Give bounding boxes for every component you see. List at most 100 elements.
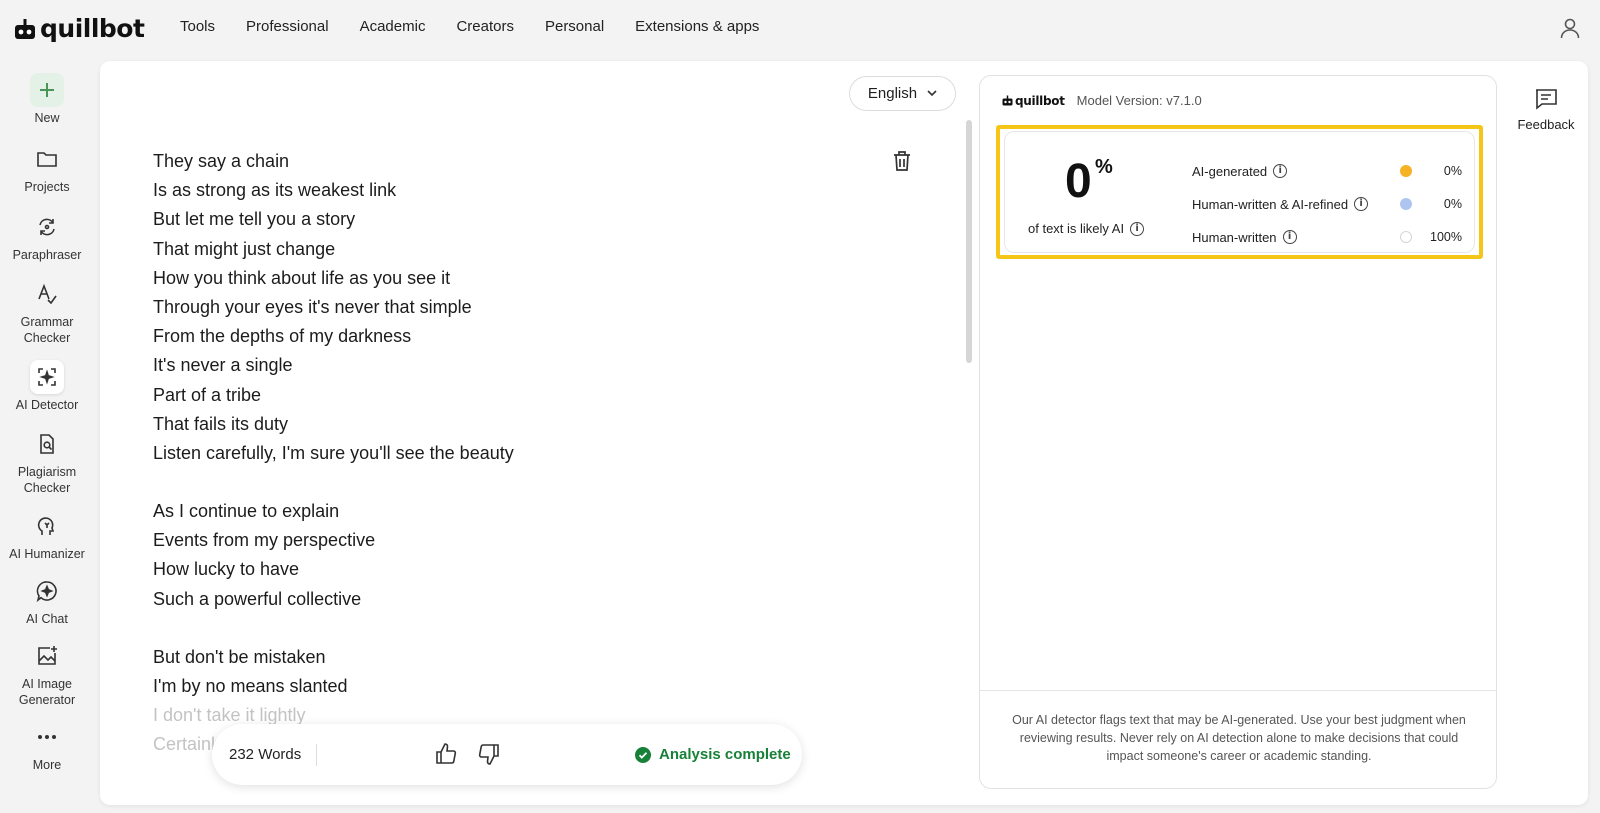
text-line [153,468,913,497]
sidebar-item-projects[interactable]: Projects [0,142,94,195]
text-editor[interactable]: They say a chain Is as strong as its weak… [153,147,913,752]
score-highlight-box: 0% of text is likely AI i AI-generated i … [996,125,1483,259]
text-line: As I continue to explain [153,501,340,522]
sidebar-item-label: AI Detector [15,398,79,412]
info-icon[interactable]: i [1273,164,1288,178]
category-value: 0% [1443,164,1462,178]
sidebar-item-label: Projects [24,180,70,194]
detector-results-panel: quillbot Model Version: v7.1.0 0% of tex… [979,75,1497,789]
nav-academic[interactable]: Academic [360,18,426,35]
text-line: I'm by no means slanted [153,676,348,696]
nav-personal[interactable]: Personal [545,18,604,35]
thumbs-down-button[interactable] [477,742,501,771]
divider [980,690,1496,691]
feedback-label: Feedback [1517,117,1575,132]
category-label: AI-generated [1192,163,1268,179]
sidebar-item-ai-chat[interactable]: AI Chat [0,574,94,627]
chevron-down-icon [927,90,937,97]
sidebar-item-grammar-checker[interactable]: Grammar Checker [0,277,94,346]
panel-header: quillbot Model Version: v7.1.0 [1002,93,1202,108]
text-line: That fails its duty [153,413,289,434]
panel-logo: quillbot [1002,94,1065,108]
plagiarism-icon [30,427,64,461]
detector-disclaimer: Our AI detector flags text that may be A… [1012,713,1466,763]
chat-icon [30,574,64,608]
sidebar-item-label: AI Chat [26,612,68,626]
sidebar-item-label: Plagiarism Checker [17,465,77,495]
language-value: English [867,85,918,102]
sidebar-item-label: More [32,758,62,772]
text-line: They say a chain [153,151,290,171]
humanizer-icon [30,509,64,543]
word-count: 232 Words [229,746,302,763]
editor-scrollbar[interactable] [966,120,972,363]
legend-dot [1400,231,1412,243]
nav-extensions-apps[interactable]: Extensions & apps [635,18,759,35]
text-line: How you think about life as you see it [153,267,451,288]
paraphraser-icon [30,210,64,244]
robot-logo-icon [15,18,35,39]
sidebar-item-ai-humanizer[interactable]: AI Humanizer [0,509,94,562]
text-line: Through your eyes it's never that simple [153,296,472,317]
text-line: Is as strong as its weakest link [153,180,397,201]
sidebar-item-new[interactable]: New [0,73,94,126]
sidebar-item-label: AI Image Generator [18,677,76,707]
sidebar-item-paraphraser[interactable]: Paraphraser [0,210,94,263]
image-icon [30,639,64,673]
nav-creators[interactable]: Creators [456,18,514,35]
divider [316,744,317,766]
category-ai-generated: AI-generated i 0% [1192,161,1462,181]
text-line: From the depths of my darkness [153,326,412,347]
analysis-status-text: Analysis complete [659,746,791,763]
sidebar-item-label: New [34,111,60,125]
category-value: 0% [1443,197,1462,211]
text-line: It's never a single [153,355,293,376]
nav-professional[interactable]: Professional [246,18,329,35]
panel-logo-text: quillbot [1015,93,1065,108]
category-label: Human-written & AI-refined [1192,196,1349,212]
text-line: Listen carefully, I'm sure you'll see th… [153,442,514,463]
nav-tools[interactable]: Tools [180,18,215,35]
sidebar-item-label: Paraphraser [12,248,82,262]
feedback-icon [1536,89,1557,110]
feedback-button[interactable]: Feedback [1516,88,1576,132]
main-nav: Tools Professional Academic Creators Per… [180,18,759,35]
ai-score-value: 0 [1065,155,1092,208]
quillbot-logo[interactable]: quillbot [14,14,145,43]
account-button[interactable] [1558,16,1582,45]
analysis-status: Analysis complete [635,746,791,763]
legend-dot [1400,165,1412,177]
text-line: Events from my perspective [153,530,376,551]
folder-icon [30,142,64,176]
sidebar-item-ai-image-generator[interactable]: AI Image Generator [0,639,94,708]
category-value: 100% [1430,230,1462,244]
more-icon [30,720,64,754]
info-icon[interactable]: i [1282,230,1297,244]
legend-dot [1400,198,1412,210]
info-icon[interactable]: i [1354,197,1369,211]
thumbs-down-icon [478,744,499,765]
score-caption-text: of text is likely AI [1028,221,1125,236]
ai-score: 0% [1065,154,1113,209]
user-icon [1560,18,1580,39]
robot-logo-icon [1002,95,1013,106]
category-human-ai-refined: Human-written & AI-refined i 0% [1192,194,1462,214]
info-icon[interactable]: i [1130,221,1145,236]
text-line: Part of a tribe [153,384,262,405]
sidebar-item-plagiarism-checker[interactable]: Plagiarism Checker [0,427,94,496]
text-line: But don't be mistaken [153,646,326,667]
sidebar-item-more[interactable]: More [0,720,94,773]
logo-text: quillbot [40,14,145,43]
category-human-written: Human-written i 100% [1192,227,1462,247]
text-line: But let me tell you a story [153,209,356,230]
sidebar-item-label: Grammar Checker [20,315,74,345]
sidebar-item-ai-detector[interactable]: AI Detector [0,360,94,413]
language-select[interactable]: English [849,76,956,111]
ai-detector-icon [30,360,64,394]
score-caption: of text is likely AI i [1028,221,1145,236]
plus-icon [30,73,64,107]
thumbs-up-button[interactable] [434,742,458,771]
editor-status-bar: 232 Words Analysis complete [212,724,802,785]
text-line: How lucky to have [153,559,300,580]
thumbs-up-icon [436,743,457,764]
